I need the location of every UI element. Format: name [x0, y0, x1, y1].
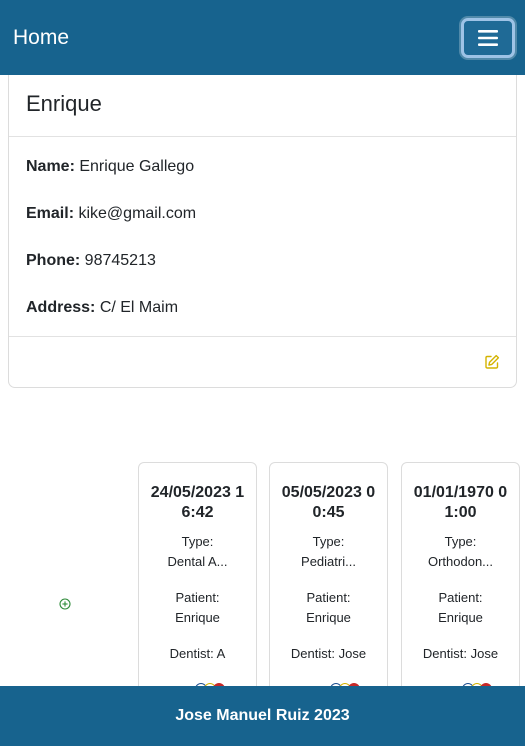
appointment-patient: Patient: Enrique	[402, 588, 519, 628]
appointment-dentist: Dentist: A	[169, 646, 226, 661]
footer-text: Jose Manuel Ruiz 2023	[175, 707, 350, 724]
appointment-card: 05/05/2023 00:45 Type: Pediatri... Patien…	[269, 462, 388, 702]
type-label: Type:	[312, 534, 345, 549]
add-appointment-button[interactable]	[59, 597, 71, 615]
plus-circle-icon	[59, 598, 71, 610]
appointment-type: Type: Pediatri...	[270, 532, 387, 572]
patient-value: Enrique	[306, 610, 351, 625]
type-label: Type:	[444, 534, 477, 549]
page-footer: Jose Manuel Ruiz 2023	[0, 686, 525, 746]
profile-details: Name: Enrique Gallego Email: kike@gmail.…	[9, 137, 516, 337]
appointment-patient: Patient: Enrique	[139, 588, 256, 628]
appointment-card: 24/05/2023 16:42 Type: Dental A... Patien…	[138, 462, 257, 702]
brand-home-link[interactable]: Home	[13, 26, 69, 50]
patient-value: Enrique	[175, 610, 220, 625]
edit-icon[interactable]	[484, 354, 500, 370]
field-value: Enrique Gallego	[79, 158, 195, 175]
type-value: Orthodon...	[427, 554, 494, 569]
field-label: Address:	[26, 299, 96, 316]
field-label: Name:	[26, 158, 75, 175]
patient-label: Patient:	[438, 590, 483, 605]
profile-card: Enrique Name: Enrique Gallego Email: kik…	[8, 75, 517, 388]
email-field: Email: kike@gmail.com	[26, 204, 499, 251]
type-value: Pediatri...	[301, 554, 356, 569]
appointment-dentist: Dentist: Jose	[422, 646, 499, 661]
patient-label: Patient:	[175, 590, 220, 605]
profile-title: Enrique	[9, 75, 516, 137]
appointment-card: 01/01/1970 01:00 Type: Orthodon... Patien…	[401, 462, 520, 702]
patient-value: Enrique	[438, 610, 483, 625]
field-label: Email:	[26, 205, 75, 222]
patient-label: Patient:	[306, 590, 351, 605]
menu-toggle-button[interactable]	[461, 17, 515, 58]
appointment-date: 05/05/2023 00:45	[281, 484, 376, 521]
appointment-date: 01/01/1970 01:00	[413, 484, 508, 521]
field-value: 98745213	[84, 252, 156, 269]
appointment-patient: Patient: Enrique	[270, 588, 387, 628]
hamburger-icon	[478, 29, 498, 46]
field-value: kike@gmail.com	[78, 205, 197, 222]
type-label: Type:	[181, 534, 214, 549]
field-value: C/ El Maim	[99, 299, 179, 316]
name-field: Name: Enrique Gallego	[26, 157, 499, 204]
field-label: Phone:	[26, 252, 81, 269]
appointment-type: Type: Dental A...	[139, 532, 256, 572]
appointment-type: Type: Orthodon...	[402, 532, 519, 572]
type-value: Dental A...	[167, 554, 228, 569]
profile-footer	[9, 337, 516, 387]
top-navbar: Home	[0, 0, 525, 75]
phone-field: Phone: 98745213	[26, 251, 499, 298]
appointment-date: 24/05/2023 16:42	[150, 484, 245, 521]
appointment-dentist: Dentist: Jose	[290, 646, 367, 661]
